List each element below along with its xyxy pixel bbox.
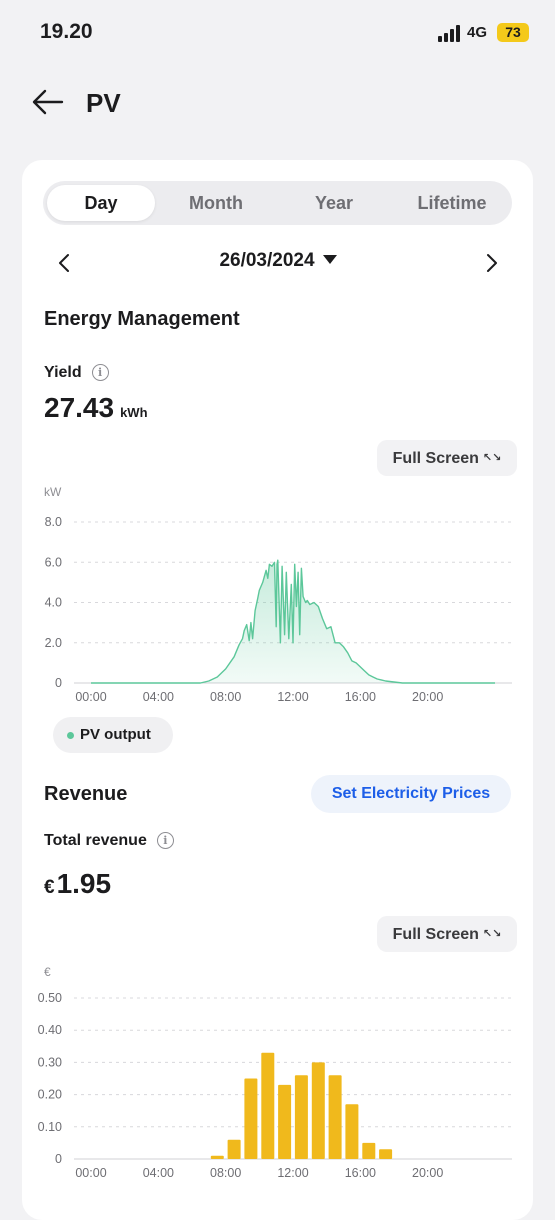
info-icon[interactable]: i: [156, 832, 174, 849]
revenue-chart: €0.50 0.40 0.30 0.20 0.10 0 00:00 04:00 08:00 12:…: [38, 965, 512, 1180]
caret-down-icon: [322, 255, 337, 264]
x-tick-label: 12:00: [277, 690, 308, 704]
period-tabs: Day Month Year Lifetime: [43, 181, 512, 225]
tab-month[interactable]: Month: [159, 185, 273, 221]
legend-dot: [67, 732, 74, 739]
status-bar: 19.20 4G 73: [0, 0, 555, 66]
date-label: 26/03/2024: [219, 250, 315, 271]
revenue-bar: [278, 1084, 292, 1159]
yield-value-row: 27.43 kWh: [44, 392, 148, 424]
revenue-bar: [328, 1075, 342, 1159]
y-tick-label: 0: [55, 1152, 62, 1166]
y-tick-label: 2.0: [45, 636, 62, 650]
chevron-right-icon: [487, 254, 497, 272]
revenue-bar: [244, 1078, 258, 1159]
total-revenue-label: Total revenue: [44, 832, 147, 849]
expand-icon: ↖↘: [482, 928, 502, 940]
revenue-bar: [311, 1062, 325, 1159]
yield-label: Yield: [44, 364, 82, 381]
y-tick-label: 4.0: [45, 596, 62, 610]
date-selector[interactable]: 26/03/2024: [42, 250, 514, 272]
pv-output-chart: kW 8.0 6.0 4.0 2.0 0 00:00 04:00 08:00 12:00 16:00…: [44, 485, 512, 704]
currency-symbol: €: [44, 877, 55, 898]
yield-label-row: Yield i: [44, 364, 109, 382]
revenue-bar: [345, 1104, 359, 1159]
energy-fullscreen-button[interactable]: Full Screen ↖↘: [377, 440, 517, 476]
x-tick-label: 00:00: [75, 690, 106, 704]
content-card: Day Month Year Lifetime 26/03/2024 Energ…: [22, 160, 533, 1220]
fullscreen-label: Full Screen: [392, 926, 479, 943]
tab-year[interactable]: Year: [277, 185, 391, 221]
x-tick-label: 20:00: [412, 1166, 443, 1180]
nav-header: PV: [0, 76, 555, 130]
y-tick-label: 0.50: [38, 991, 62, 1005]
fullscreen-label: Full Screen: [392, 450, 479, 467]
energy-section-title: Energy Management: [44, 308, 240, 330]
x-tick-label: 08:00: [210, 1166, 241, 1180]
x-tick-label: 04:00: [143, 1166, 174, 1180]
revenue-bar: [261, 1052, 275, 1159]
y-tick-label: 0.40: [38, 1023, 62, 1037]
y-tick-label: 0.20: [38, 1088, 62, 1102]
legend-pv-output[interactable]: PV output: [53, 717, 173, 753]
battery-icon: 73: [497, 23, 529, 42]
revenue-bar: [379, 1149, 393, 1159]
revenue-fullscreen-button[interactable]: Full Screen ↖↘: [377, 916, 517, 952]
y-axis-unit: kW: [44, 485, 62, 499]
revenue-bar: [294, 1075, 308, 1159]
y-tick-label: 0: [55, 676, 62, 690]
x-tick-label: 16:00: [345, 690, 376, 704]
x-tick-label: 00:00: [75, 1166, 106, 1180]
y-tick-label: 0.10: [38, 1120, 62, 1134]
y-tick-label: 0.30: [38, 1055, 62, 1069]
x-tick-label: 08:00: [210, 690, 241, 704]
next-date-button[interactable]: [476, 248, 506, 278]
date-navigator: 26/03/2024: [42, 244, 514, 280]
page-title: PV: [86, 88, 121, 118]
revenue-bar: [210, 1155, 224, 1159]
yield-unit: kWh: [120, 405, 148, 420]
x-tick-label: 20:00: [412, 690, 443, 704]
status-time: 19.20: [40, 20, 93, 43]
yield-value: 27.43: [44, 392, 115, 423]
total-revenue-value: 1.95: [56, 868, 112, 899]
info-icon[interactable]: i: [91, 364, 109, 381]
total-revenue-label-row: Total revenue i: [44, 832, 174, 850]
revenue-bar: [362, 1142, 376, 1159]
network-type: 4G: [467, 24, 488, 41]
revenue-section-title: Revenue: [44, 783, 128, 805]
total-revenue-value-row: €1.95: [44, 868, 111, 900]
y-tick-label: 6.0: [45, 555, 62, 569]
y-tick-label: 8.0: [45, 515, 62, 529]
y-axis-unit: €: [44, 965, 51, 979]
legend-label: PV output: [80, 726, 151, 743]
signal-icon: [438, 25, 464, 42]
back-button[interactable]: [30, 86, 66, 118]
tab-day[interactable]: Day: [47, 185, 155, 221]
tab-lifetime[interactable]: Lifetime: [395, 185, 509, 221]
expand-icon: ↖↘: [482, 452, 502, 464]
revenue-bar: [227, 1139, 241, 1159]
set-electricity-prices-button[interactable]: Set Electricity Prices: [311, 775, 511, 813]
x-tick-label: 12:00: [277, 1166, 308, 1180]
x-tick-label: 04:00: [143, 690, 174, 704]
x-tick-label: 16:00: [345, 1166, 376, 1180]
arrow-left-icon: [32, 89, 64, 115]
